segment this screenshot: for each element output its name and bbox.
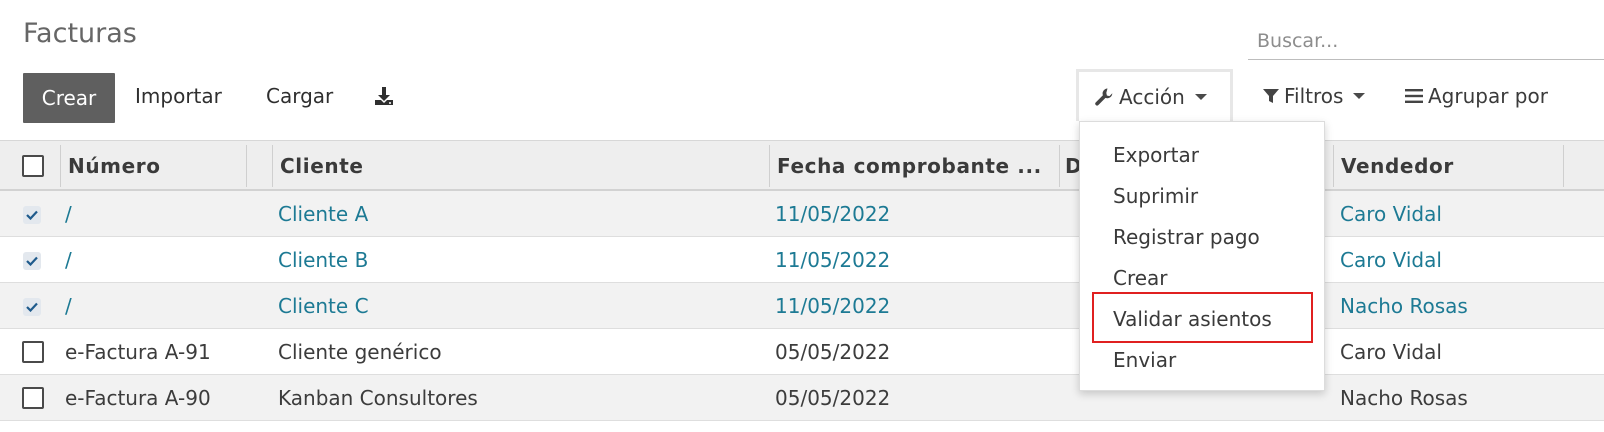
table-row[interactable]: / Cliente B 11/05/2022 Caro Vidal xyxy=(0,237,1604,283)
column-header-client[interactable]: Cliente xyxy=(280,141,364,190)
wrench-icon xyxy=(1094,87,1114,107)
cell-date[interactable]: 11/05/2022 xyxy=(775,283,890,329)
menu-item-register-payment[interactable]: Registrar pago xyxy=(1113,225,1260,249)
filter-icon xyxy=(1262,87,1280,105)
upload-button[interactable]: Cargar xyxy=(266,84,333,108)
groupby-label: Agrupar por xyxy=(1428,84,1548,108)
table-header: Número Cliente Fecha comprobante ... D V… xyxy=(0,140,1604,191)
page-title: Facturas xyxy=(23,18,137,49)
cell-seller[interactable]: Nacho Rosas xyxy=(1340,283,1468,329)
caret-down-icon xyxy=(1353,93,1366,99)
cell-seller[interactable]: Caro Vidal xyxy=(1340,237,1442,283)
cell-number[interactable]: / xyxy=(65,237,72,283)
filters-label: Filtros xyxy=(1284,84,1344,108)
table-row[interactable]: e-Factura A-90 Kanban Consultores 05/05/… xyxy=(0,375,1604,421)
download-icon[interactable] xyxy=(373,85,395,107)
groupby-button[interactable]: Agrupar por xyxy=(1405,84,1548,108)
row-checkbox[interactable] xyxy=(22,341,44,363)
column-header-seller[interactable]: Vendedor xyxy=(1341,141,1454,190)
cell-number[interactable]: / xyxy=(65,283,72,329)
cell-client[interactable]: Cliente A xyxy=(278,191,368,237)
highlight-box xyxy=(1092,292,1313,343)
cell-number[interactable]: e-Factura A-90 xyxy=(65,375,211,421)
cell-seller[interactable]: Caro Vidal xyxy=(1340,191,1442,237)
cell-client[interactable]: Cliente B xyxy=(278,237,368,283)
cell-seller[interactable]: Caro Vidal xyxy=(1340,329,1442,375)
table-row[interactable]: / Cliente A 11/05/2022 Caro Vidal xyxy=(0,191,1604,237)
cell-number[interactable]: / xyxy=(65,191,72,237)
table-row[interactable]: / Cliente C 11/05/2022 Nacho Rosas xyxy=(0,283,1604,329)
invoice-table: Número Cliente Fecha comprobante ... D V… xyxy=(0,140,1604,421)
cell-seller[interactable]: Nacho Rosas xyxy=(1340,375,1468,421)
cell-date[interactable]: 05/05/2022 xyxy=(775,329,890,375)
cell-client[interactable]: Cliente genérico xyxy=(278,329,442,375)
select-all-checkbox[interactable] xyxy=(22,155,44,177)
filters-button[interactable]: Filtros xyxy=(1262,84,1366,108)
search-input[interactable] xyxy=(1248,22,1604,59)
cell-client[interactable]: Kanban Consultores xyxy=(278,375,478,421)
cell-date[interactable]: 05/05/2022 xyxy=(775,375,890,421)
create-button[interactable]: Crear xyxy=(23,73,115,123)
cell-client[interactable]: Cliente C xyxy=(278,283,369,329)
column-header-number[interactable]: Número xyxy=(68,141,161,190)
row-checkbox-checked[interactable] xyxy=(23,252,41,270)
action-label: Acción xyxy=(1119,84,1185,109)
cell-number[interactable]: e-Factura A-91 xyxy=(65,329,211,375)
caret-down-icon xyxy=(1194,93,1207,100)
list-icon xyxy=(1405,88,1423,104)
import-button[interactable]: Importar xyxy=(135,84,222,108)
row-checkbox-checked[interactable] xyxy=(23,206,41,224)
column-header-date[interactable]: Fecha comprobante ... xyxy=(777,141,1055,190)
menu-item-delete[interactable]: Suprimir xyxy=(1113,184,1198,208)
cell-date[interactable]: 11/05/2022 xyxy=(775,191,890,237)
menu-item-create[interactable]: Crear xyxy=(1113,266,1168,290)
table-row[interactable]: e-Factura A-91 Cliente genérico 05/05/20… xyxy=(0,329,1604,375)
row-checkbox[interactable] xyxy=(22,387,44,409)
search-box[interactable] xyxy=(1248,22,1604,60)
row-checkbox-checked[interactable] xyxy=(23,298,41,316)
menu-item-export[interactable]: Exportar xyxy=(1113,143,1199,167)
menu-item-send[interactable]: Enviar xyxy=(1113,348,1176,372)
action-button[interactable]: Acción xyxy=(1076,69,1233,121)
cell-date[interactable]: 11/05/2022 xyxy=(775,237,890,283)
action-dropdown-menu: Exportar Suprimir Registrar pago Crear V… xyxy=(1079,121,1325,391)
